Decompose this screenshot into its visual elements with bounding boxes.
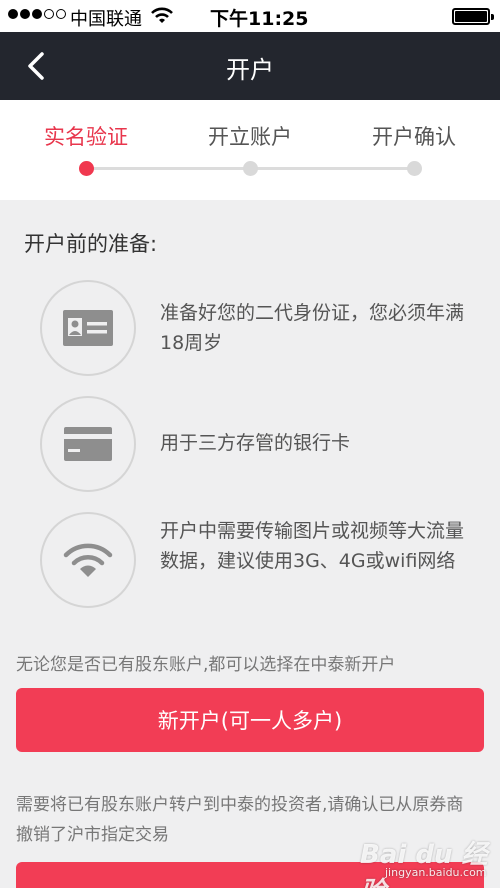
watermark-logo: Bai du 经验 <box>360 840 488 888</box>
nav-bar: 开户 <box>0 32 500 100</box>
wifi-status-icon <box>150 6 174 30</box>
watermark-url: jingyan.baidu.com <box>385 866 487 879</box>
id-card-icon <box>40 280 136 376</box>
step-label-confirm: 开户确认 <box>372 125 456 149</box>
step-node-confirm <box>407 161 422 176</box>
requirement-network-text: 开户中需要传输图片或视频等大流量数据，建议使用3G、4G或wifi网络 <box>160 520 465 572</box>
new-account-button[interactable]: 新开户(可一人多户) <box>16 688 484 752</box>
step-indicator: 实名验证 开立账户 开户确认 <box>0 100 500 200</box>
carrier-name: 中国联通 <box>70 9 142 30</box>
requirement-id-card-text: 准备好您的二代身份证，您必须年满18周岁 <box>160 302 465 354</box>
step-node-open-account <box>243 161 258 176</box>
battery-icon <box>452 8 494 25</box>
wifi-icon <box>40 512 136 608</box>
requirement-bank-card-text: 用于三方存管的银行卡 <box>160 432 351 454</box>
step-node-verification <box>79 161 94 176</box>
step-label-open-account: 开立账户 <box>208 125 292 149</box>
bank-card-icon <box>40 396 136 492</box>
section-title: 开户前的准备: <box>24 232 158 256</box>
signal-strength-icon <box>8 9 66 19</box>
status-bar: 中国联通 下午11:25 <box>0 0 500 32</box>
step-label-verification: 实名验证 <box>44 125 128 149</box>
new-account-note: 无论您是否已有股东账户,都可以选择在中泰新开户 <box>16 655 396 675</box>
page-title: 开户 <box>226 56 274 84</box>
clock: 下午11:25 <box>210 8 309 30</box>
